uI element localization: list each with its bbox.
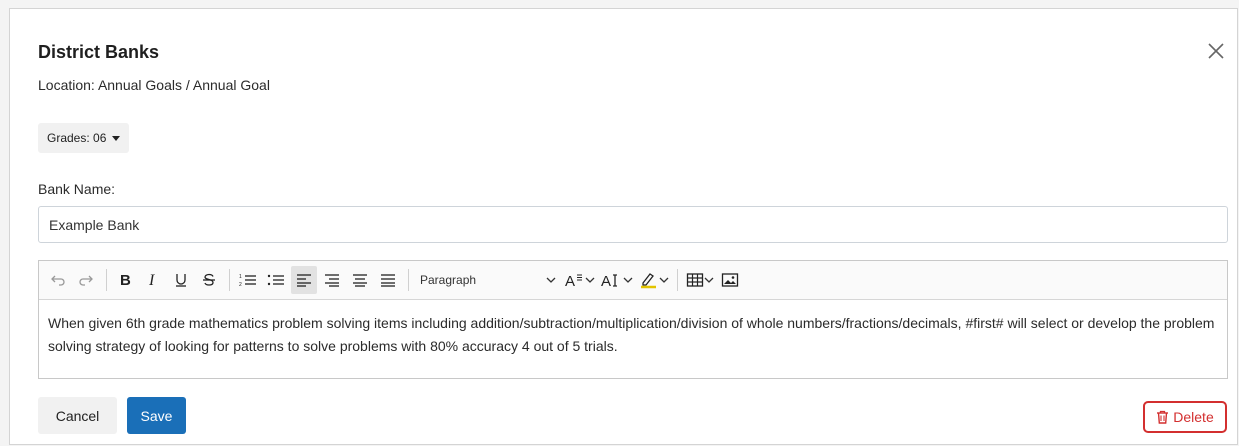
underline-icon[interactable] xyxy=(168,266,194,294)
block-format-label: Paragraph xyxy=(420,273,477,287)
editor-content[interactable]: When given 6th grade mathematics problem… xyxy=(39,300,1227,370)
highlight-dropdown[interactable] xyxy=(636,266,672,294)
undo-icon[interactable] xyxy=(45,266,71,294)
location-breadcrumb: Location: Annual Goals / Annual Goal xyxy=(38,77,270,93)
delete-button[interactable]: Delete xyxy=(1143,401,1227,433)
caret-down-icon xyxy=(112,135,121,141)
toolbar-divider xyxy=(106,269,107,291)
align-center-icon[interactable] xyxy=(319,266,345,294)
svg-text:1: 1 xyxy=(239,274,242,280)
highlight-icon xyxy=(641,273,656,289)
bulleted-list-icon[interactable] xyxy=(263,266,289,294)
italic-icon[interactable]: I xyxy=(140,266,166,294)
toolbar-divider xyxy=(677,269,678,291)
bold-icon[interactable]: B xyxy=(112,266,138,294)
delete-label: Delete xyxy=(1173,409,1214,425)
chevron-down-icon xyxy=(585,277,595,283)
redo-icon[interactable] xyxy=(73,266,99,294)
svg-text:B: B xyxy=(120,272,131,288)
toolbar-divider xyxy=(229,269,230,291)
block-format-dropdown[interactable]: Paragraph xyxy=(414,266,562,294)
chevron-down-icon xyxy=(623,277,633,283)
svg-text:A: A xyxy=(601,273,611,288)
font-size-dropdown[interactable]: A xyxy=(562,266,598,294)
font-size-icon: A xyxy=(565,273,582,288)
editor-toolbar: B I 12 Paragraph A A xyxy=(39,261,1227,300)
cancel-button[interactable]: Cancel xyxy=(38,397,117,434)
chevron-down-icon xyxy=(659,277,669,283)
bank-name-input[interactable] xyxy=(38,206,1228,243)
image-icon[interactable] xyxy=(717,266,743,294)
align-right-icon[interactable] xyxy=(347,266,373,294)
text-case-dropdown[interactable]: A xyxy=(598,266,636,294)
grades-label: Grades: 06 xyxy=(47,131,107,145)
svg-text:A: A xyxy=(565,273,575,288)
grades-dropdown[interactable]: Grades: 06 xyxy=(38,123,130,153)
justify-icon[interactable] xyxy=(375,266,401,294)
close-icon[interactable] xyxy=(1205,40,1227,62)
bank-name-label: Bank Name: xyxy=(38,181,116,197)
svg-text:2: 2 xyxy=(239,282,242,287)
svg-text:I: I xyxy=(148,272,155,288)
district-banks-dialog: District Banks Location: Annual Goals / … xyxy=(9,8,1238,445)
trash-icon xyxy=(1157,410,1169,424)
dialog-title: District Banks xyxy=(38,42,160,62)
chevron-down-icon xyxy=(704,277,714,283)
table-icon xyxy=(686,273,704,287)
rich-text-editor: B I 12 Paragraph A A When given 6th grad… xyxy=(38,260,1228,379)
save-button[interactable]: Save xyxy=(127,397,186,434)
align-left-icon[interactable] xyxy=(291,266,317,294)
table-dropdown[interactable] xyxy=(683,266,717,294)
chevron-down-icon xyxy=(546,277,556,283)
numbered-list-icon[interactable]: 12 xyxy=(235,266,261,294)
strikethrough-icon[interactable] xyxy=(196,266,222,294)
toolbar-divider xyxy=(408,269,409,291)
text-case-icon: A xyxy=(601,273,617,288)
